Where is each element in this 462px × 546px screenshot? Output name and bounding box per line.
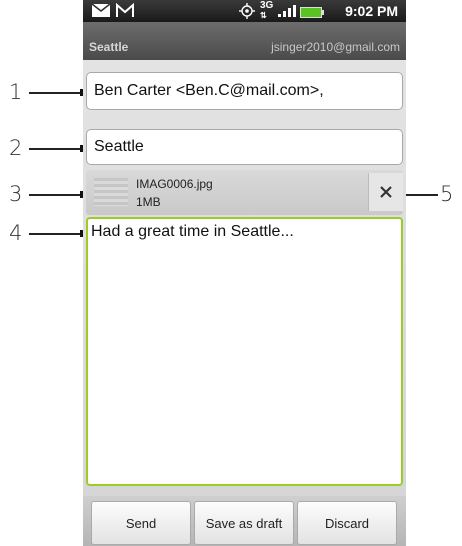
save-draft-button[interactable]: Save as draft <box>194 501 294 545</box>
title-bar: Seattle jsinger2010@gmail.com <box>83 22 406 60</box>
clock: 9:02 PM <box>345 3 398 19</box>
message-text: Had a great time in Seattle... <box>91 223 294 240</box>
gps-icon <box>238 3 256 24</box>
action-bar: Send Save as draft Discard <box>83 496 406 546</box>
callout-2-line <box>29 148 85 150</box>
attachment-name: IMAG0006.jpg <box>136 177 213 191</box>
network-label: 3G <box>260 0 274 11</box>
subject-value: Seattle <box>94 138 144 155</box>
callout-5: 5 <box>440 182 454 206</box>
callout-3: 3 <box>9 182 23 206</box>
message-icon <box>91 3 111 23</box>
close-icon <box>380 186 392 198</box>
compose-area: Ben Carter <Ben.C@mail.com>, Seattle IMA… <box>83 60 406 546</box>
to-value: Ben Carter <Ben.C@mail.com>, <box>94 82 324 99</box>
discard-button[interactable]: Discard <box>297 501 397 545</box>
callout-1: 1 <box>9 80 23 104</box>
battery-icon <box>300 5 324 23</box>
callout-4: 4 <box>9 221 23 245</box>
title-account: jsinger2010@gmail.com <box>271 40 400 54</box>
status-bar: 3G ⇅ 9:02 PM <box>83 0 406 22</box>
attachment-size: 1MB <box>136 195 161 209</box>
attachment-item[interactable]: IMAG0006.jpg 1MB <box>86 170 403 215</box>
attachment-thumbnail <box>94 178 128 206</box>
signal-icon <box>277 3 297 23</box>
message-body-field[interactable]: Had a great time in Seattle... <box>86 217 403 486</box>
callout-1-line <box>29 92 85 94</box>
callout-2: 2 <box>9 136 23 160</box>
send-button[interactable]: Send <box>91 501 191 545</box>
3g-icon: 3G ⇅ <box>260 0 274 21</box>
callout-3-line <box>29 194 85 196</box>
title-subject: Seattle <box>89 40 129 54</box>
subject-field[interactable]: Seattle <box>86 129 403 165</box>
remove-attachment-button[interactable] <box>368 173 403 211</box>
callout-4-line <box>29 233 85 235</box>
gmail-icon <box>115 2 135 23</box>
to-field[interactable]: Ben Carter <Ben.C@mail.com>, <box>86 72 403 110</box>
phone-screen: 3G ⇅ 9:02 PM Seattle jsinger2010@gmail.c… <box>83 0 406 546</box>
